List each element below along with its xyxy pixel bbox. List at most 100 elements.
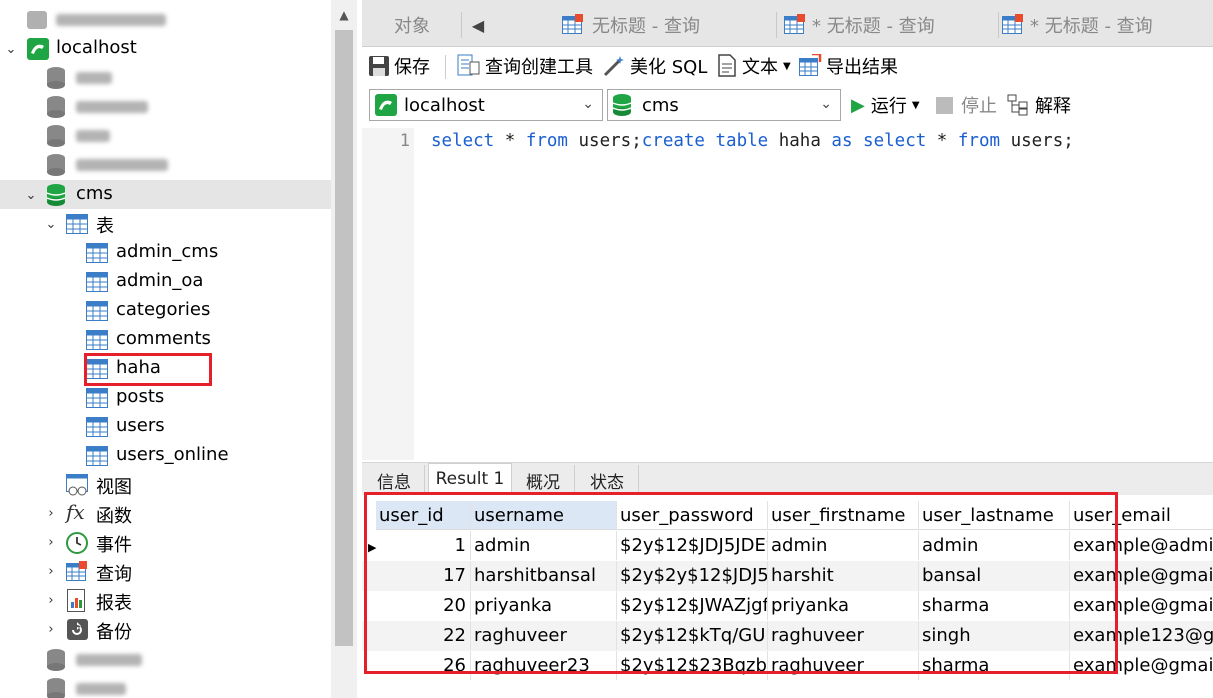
tree-item-queries[interactable]: › 查询 bbox=[0, 557, 331, 586]
text-button[interactable]: 文本 ▼ bbox=[716, 53, 791, 79]
table-row[interactable]: 1admin$2y$12$JDJ5JDEwJadminadminexample@… bbox=[362, 531, 1213, 561]
tree-item-table-comments[interactable]: comments bbox=[0, 325, 331, 354]
cell-username[interactable]: priyanka bbox=[471, 591, 617, 620]
tab-info[interactable]: 信息 bbox=[364, 465, 425, 495]
tree-item-views[interactable]: 视图 bbox=[0, 470, 331, 499]
column-header-user_password[interactable]: user_password bbox=[617, 501, 768, 530]
table-row[interactable]: 20priyanka$2y$12$JWAZjgfwepriyankasharma… bbox=[362, 591, 1213, 621]
cell-user_id[interactable]: 26 bbox=[376, 651, 471, 680]
cell-user_lastname[interactable]: admin bbox=[919, 531, 1070, 560]
export-results-button[interactable]: 导出结果 bbox=[798, 53, 898, 79]
cell-user_firstname[interactable]: raghuveer bbox=[768, 621, 919, 650]
scroll-up-icon[interactable]: ▲ bbox=[331, 8, 357, 22]
chevron-right-icon[interactable]: › bbox=[44, 506, 58, 521]
tab-objects[interactable]: 对象 bbox=[362, 6, 462, 44]
tab-status[interactable]: 状态 bbox=[576, 465, 639, 495]
query-builder-button[interactable]: 查询创建工具 bbox=[457, 53, 593, 79]
tree-item-db-blurred[interactable] bbox=[0, 63, 331, 92]
cell-user_lastname[interactable]: sharma bbox=[919, 591, 1070, 620]
run-button[interactable]: ▶ 运行 ▼ bbox=[851, 92, 920, 118]
cell-username[interactable]: raghuveer23 bbox=[471, 651, 617, 680]
cell-user_lastname[interactable]: singh bbox=[919, 621, 1070, 650]
tab-result-1[interactable]: Result 1 bbox=[428, 463, 512, 495]
sql-editor[interactable]: 1 select * from users;create table haha … bbox=[362, 128, 1213, 460]
cell-username[interactable]: raghuveer bbox=[471, 621, 617, 650]
cell-user_id[interactable]: 22 bbox=[376, 621, 471, 650]
column-header-user_id[interactable]: user_id bbox=[376, 501, 471, 530]
tree-item-table-admin_cms[interactable]: admin_cms bbox=[0, 238, 331, 267]
stop-button[interactable]: 停止 bbox=[936, 92, 997, 118]
tree-item-tables-group[interactable]: ⌄ 表 bbox=[0, 209, 331, 238]
cell-user_id[interactable]: 20 bbox=[376, 591, 471, 620]
object-tree[interactable]: ⌄ localhost ⌄ cms ⌄ 表 admin_cms admin_oa… bbox=[0, 0, 331, 698]
chevron-down-icon[interactable]: ⌄ bbox=[582, 96, 594, 112]
tab-scroll-left-icon[interactable]: ◀ bbox=[466, 6, 490, 44]
chevron-right-icon[interactable]: › bbox=[44, 622, 58, 637]
chevron-down-icon[interactable]: ⌄ bbox=[4, 42, 18, 57]
tree-item-connection-blurred[interactable] bbox=[0, 5, 331, 34]
explain-button[interactable]: 解释 bbox=[1007, 92, 1071, 118]
chevron-right-icon[interactable]: › bbox=[44, 593, 58, 608]
dropdown-arrow-icon[interactable]: ▼ bbox=[912, 100, 920, 111]
cell-username[interactable]: admin bbox=[471, 531, 617, 560]
dropdown-arrow-icon[interactable]: ▼ bbox=[783, 61, 791, 72]
chevron-right-icon[interactable]: › bbox=[44, 535, 58, 550]
tree-item-localhost[interactable]: ⌄ localhost bbox=[0, 34, 331, 63]
table-row[interactable]: 26raghuveer23$2y$12$23Bqzbyuraghuveersha… bbox=[362, 651, 1213, 681]
cell-user_id[interactable]: 17 bbox=[376, 561, 471, 590]
tree-item-cms[interactable]: ⌄ cms bbox=[0, 180, 331, 209]
tree-item-events[interactable]: › 事件 bbox=[0, 528, 331, 557]
column-header-username[interactable]: username bbox=[471, 501, 617, 530]
sql-code-line[interactable]: select * from users;create table haha as… bbox=[431, 131, 1074, 151]
tree-item-db-blurred[interactable] bbox=[0, 645, 331, 674]
save-button[interactable]: 保存 bbox=[368, 53, 430, 79]
tree-item-table-posts[interactable]: posts bbox=[0, 383, 331, 412]
cell-user_lastname[interactable]: sharma bbox=[919, 651, 1070, 680]
cell-user_firstname[interactable]: harshit bbox=[768, 561, 919, 590]
connection-select[interactable]: localhost ⌄ bbox=[369, 89, 603, 121]
tree-item-table-users[interactable]: users bbox=[0, 412, 331, 441]
cell-user_password[interactable]: $2y$12$23Bqzbyu bbox=[617, 651, 768, 680]
tree-item-db-blurred[interactable] bbox=[0, 92, 331, 121]
cell-user_lastname[interactable]: bansal bbox=[919, 561, 1070, 590]
cell-user_id[interactable]: 1 bbox=[376, 531, 471, 560]
cell-user_email[interactable]: example@gmail.com bbox=[1070, 561, 1213, 590]
cell-user_email[interactable]: example123@gmail.com bbox=[1070, 621, 1213, 650]
chevron-down-icon[interactable]: ⌄ bbox=[24, 188, 38, 203]
tab-query-2[interactable]: * 无标题 - 查询 bbox=[784, 6, 999, 44]
table-row[interactable]: 17harshitbansal$2y$2y$12$JDJ5JDEharshitb… bbox=[362, 561, 1213, 591]
cell-user_password[interactable]: $2y$12$JDJ5JDEwJ bbox=[617, 531, 768, 560]
tree-item-table-categories[interactable]: categories bbox=[0, 296, 331, 325]
column-header-user_firstname[interactable]: user_firstname bbox=[768, 501, 919, 530]
cell-user_password[interactable]: $2y$2y$12$JDJ5JDE bbox=[617, 561, 768, 590]
tab-query-1[interactable]: 无标题 - 查询 bbox=[562, 6, 777, 44]
chevron-right-icon[interactable]: › bbox=[44, 564, 58, 579]
result-grid[interactable]: user_id username user_password user_firs… bbox=[362, 495, 1213, 698]
column-header-user_lastname[interactable]: user_lastname bbox=[919, 501, 1070, 530]
tree-item-table-haha[interactable]: haha bbox=[0, 354, 331, 383]
cell-user_email[interactable]: example@gmail.com bbox=[1070, 651, 1213, 680]
cell-user_firstname[interactable]: priyanka bbox=[768, 591, 919, 620]
tab-profile[interactable]: 概况 bbox=[512, 465, 575, 495]
beautify-sql-button[interactable]: 美化 SQL bbox=[602, 53, 707, 79]
tree-item-db-blurred[interactable] bbox=[0, 674, 331, 698]
tree-item-db-blurred[interactable] bbox=[0, 121, 331, 150]
tree-item-functions[interactable]: › fx 函数 bbox=[0, 499, 331, 528]
tree-item-db-blurred[interactable] bbox=[0, 150, 331, 179]
chevron-down-icon[interactable]: ⌄ bbox=[820, 96, 832, 112]
cell-user_firstname[interactable]: raghuveer bbox=[768, 651, 919, 680]
tree-item-table-users_online[interactable]: users_online bbox=[0, 441, 331, 470]
scrollbar-thumb[interactable] bbox=[335, 30, 353, 646]
cell-user_firstname[interactable]: admin bbox=[768, 531, 919, 560]
cell-user_email[interactable]: example@gmail.com bbox=[1070, 591, 1213, 620]
tree-item-reports[interactable]: › 报表 bbox=[0, 586, 331, 615]
cell-user_password[interactable]: $2y$12$kTq/GUEhe bbox=[617, 621, 768, 650]
tree-item-backups[interactable]: › 备份 bbox=[0, 615, 331, 644]
cell-user_email[interactable]: example@admin.com bbox=[1070, 531, 1213, 560]
cell-username[interactable]: harshitbansal bbox=[471, 561, 617, 590]
chevron-down-icon[interactable]: ⌄ bbox=[44, 217, 58, 232]
cell-user_password[interactable]: $2y$12$JWAZjgfwe bbox=[617, 591, 768, 620]
tree-item-table-admin_oa[interactable]: admin_oa bbox=[0, 267, 331, 296]
tree-scrollbar[interactable]: ▲ bbox=[331, 0, 357, 698]
column-header-user_email[interactable]: user_email bbox=[1070, 501, 1213, 530]
